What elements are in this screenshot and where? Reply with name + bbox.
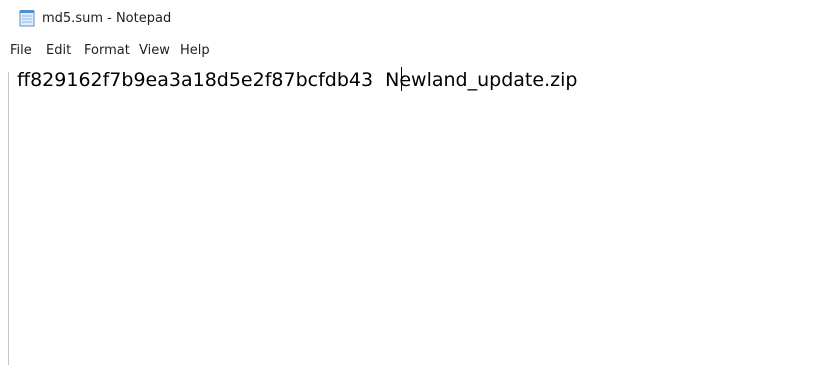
text-editor-area[interactable]: ff829162f7b9ea3a18d5e2f87bcfdb43 Newland… <box>9 62 822 365</box>
menu-bar: File Edit Format View Help <box>0 40 822 62</box>
title-bar[interactable]: md5.sum - Notepad <box>0 0 822 38</box>
editor-text-line[interactable]: ff829162f7b9ea3a18d5e2f87bcfdb43 Newland… <box>17 68 577 92</box>
menu-view[interactable]: View <box>139 43 170 59</box>
menu-file[interactable]: File <box>10 43 32 59</box>
menu-format[interactable]: Format <box>84 43 130 59</box>
window-title: md5.sum - Notepad <box>42 11 172 26</box>
notepad-icon <box>19 10 35 27</box>
menu-edit[interactable]: Edit <box>46 43 71 59</box>
menu-help[interactable]: Help <box>180 43 210 59</box>
notepad-window: md5.sum - Notepad File Edit Format View … <box>0 0 822 365</box>
text-caret <box>401 67 402 91</box>
